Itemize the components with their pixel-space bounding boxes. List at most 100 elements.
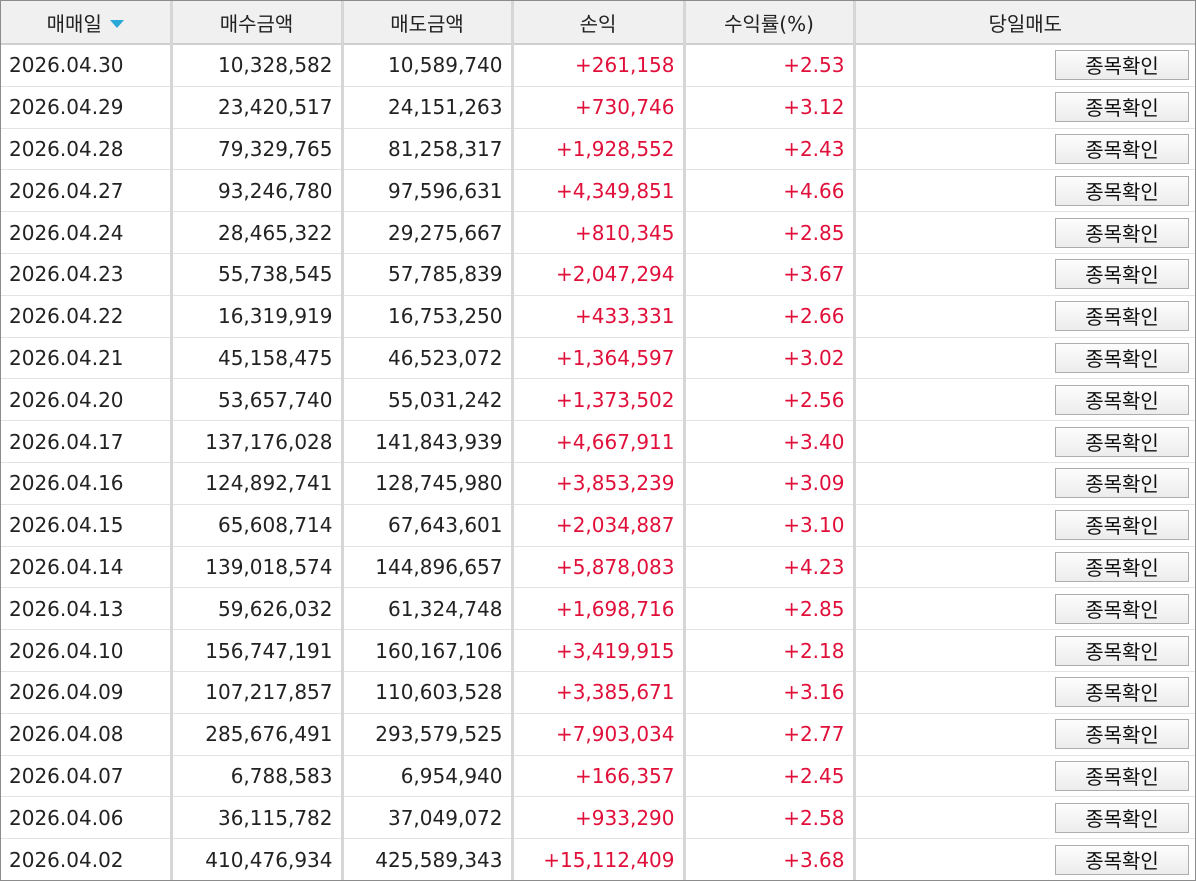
buy-amount-cell: 45,158,475 [171, 337, 344, 380]
column-header-label: 당일매도 [988, 11, 1063, 36]
sell-amount-cell: 16,753,250 [342, 295, 514, 338]
same-day-sell-cell: 종목확인 [854, 295, 1195, 338]
table-row[interactable]: 2026.04.16 124,892,741 128,745,980 +3,853,2… [1, 462, 1195, 505]
date-cell: 2026.04.21 [1, 337, 173, 380]
check-stocks-button[interactable]: 종목확인 [1055, 760, 1189, 791]
same-day-sell-cell: 종목확인 [854, 253, 1195, 296]
column-header-trade-date[interactable]: 매매일 [1, 1, 173, 45]
trade-history-grid: 매매일 매수금액 매도금액 손익 수익률(%) 당일매도 2026.04.30 1… [0, 0, 1196, 881]
date-cell: 2026.04.27 [1, 169, 173, 213]
sell-amount-cell: 425,589,343 [342, 838, 514, 880]
table-row[interactable]: 2026.04.23 55,738,545 57,785,839 +2,047,294… [1, 253, 1195, 296]
same-day-sell-cell: 종목확인 [854, 755, 1195, 798]
buy-amount-cell: 16,319,919 [171, 295, 344, 338]
same-day-sell-cell: 종목확인 [854, 713, 1195, 756]
check-stocks-button[interactable]: 종목확인 [1055, 50, 1189, 81]
profit-loss-cell: +3,853,239 [512, 462, 686, 505]
buy-amount-cell: 59,626,032 [171, 587, 344, 631]
column-header-same-day-sell[interactable]: 당일매도 [854, 1, 1195, 45]
table-row[interactable]: 2026.04.30 10,328,582 10,589,740 +261,158 +2… [1, 44, 1195, 87]
check-stocks-button[interactable]: 종목확인 [1055, 468, 1189, 499]
table-row[interactable]: 2026.04.22 16,319,919 16,753,250 +433,331 +2… [1, 295, 1195, 338]
return-rate-cell: +3.16 [684, 671, 856, 714]
check-stocks-button[interactable]: 종목확인 [1055, 510, 1189, 541]
same-day-sell-cell: 종목확인 [854, 462, 1195, 505]
profit-loss-cell: +3,419,915 [512, 629, 686, 672]
check-stocks-button[interactable]: 종목확인 [1055, 677, 1189, 708]
check-stocks-button[interactable]: 종목확인 [1055, 384, 1189, 415]
date-cell: 2026.04.14 [1, 546, 173, 589]
date-cell: 2026.04.29 [1, 86, 173, 129]
same-day-sell-cell: 종목확인 [854, 86, 1195, 129]
buy-amount-cell: 79,329,765 [171, 128, 344, 171]
buy-amount-cell: 93,246,780 [171, 169, 344, 213]
same-day-sell-cell: 종목확인 [854, 838, 1195, 880]
column-header-profit-loss[interactable]: 손익 [512, 1, 686, 45]
check-stocks-button[interactable]: 종목확인 [1055, 426, 1189, 457]
return-rate-cell: +2.45 [684, 755, 856, 798]
check-stocks-button[interactable]: 종목확인 [1055, 844, 1189, 875]
return-rate-cell: +4.66 [684, 169, 856, 213]
table-row[interactable]: 2026.04.07 6,788,583 6,954,940 +166,357 +2.4… [1, 755, 1195, 798]
date-cell: 2026.04.06 [1, 796, 173, 840]
check-stocks-button[interactable]: 종목확인 [1055, 133, 1189, 164]
table-row[interactable]: 2026.04.09 107,217,857 110,603,528 +3,385,6… [1, 671, 1195, 714]
check-stocks-button[interactable]: 종목확인 [1055, 342, 1189, 373]
same-day-sell-cell: 종목확인 [854, 44, 1195, 87]
sort-down-triangle-icon[interactable] [109, 20, 124, 28]
table-row[interactable]: 2026.04.13 59,626,032 61,324,748 +1,698,716… [1, 587, 1195, 631]
buy-amount-cell: 36,115,782 [171, 796, 344, 840]
sell-amount-cell: 6,954,940 [342, 755, 514, 798]
table-row[interactable]: 2026.04.27 93,246,780 97,596,631 +4,349,851… [1, 169, 1195, 213]
column-header-sell-amount[interactable]: 매도금액 [342, 1, 514, 45]
profit-loss-cell: +4,349,851 [512, 169, 686, 213]
date-cell: 2026.04.09 [1, 671, 173, 714]
check-stocks-button[interactable]: 종목확인 [1055, 635, 1189, 666]
date-cell: 2026.04.16 [1, 462, 173, 505]
check-stocks-button[interactable]: 종목확인 [1055, 92, 1189, 123]
buy-amount-cell: 65,608,714 [171, 504, 344, 547]
table-row[interactable]: 2026.04.20 53,657,740 55,031,242 +1,373,502… [1, 378, 1195, 422]
profit-loss-cell: +730,746 [512, 86, 686, 129]
table-row[interactable]: 2026.04.10 156,747,191 160,167,106 +3,419,9… [1, 629, 1195, 672]
table-row[interactable]: 2026.04.17 137,176,028 141,843,939 +4,667,9… [1, 420, 1195, 463]
buy-amount-cell: 107,217,857 [171, 671, 344, 714]
check-stocks-button[interactable]: 종목확인 [1055, 259, 1189, 290]
table-row[interactable]: 2026.04.14 139,018,574 144,896,657 +5,878,0… [1, 546, 1195, 589]
column-header-return-rate[interactable]: 수익률(%) [684, 1, 856, 45]
sell-amount-cell: 81,258,317 [342, 128, 514, 171]
return-rate-cell: +2.53 [684, 44, 856, 87]
profit-loss-cell: +2,034,887 [512, 504, 686, 547]
same-day-sell-cell: 종목확인 [854, 378, 1195, 422]
check-stocks-button[interactable]: 종목확인 [1055, 301, 1189, 332]
profit-loss-cell: +1,928,552 [512, 128, 686, 171]
check-stocks-button[interactable]: 종목확인 [1055, 217, 1189, 248]
return-rate-cell: +2.77 [684, 713, 856, 756]
sell-amount-cell: 67,643,601 [342, 504, 514, 547]
return-rate-cell: +2.85 [684, 587, 856, 631]
profit-loss-cell: +1,698,716 [512, 587, 686, 631]
check-stocks-button[interactable]: 종목확인 [1055, 593, 1189, 624]
date-cell: 2026.04.08 [1, 713, 173, 756]
table-row[interactable]: 2026.04.24 28,465,322 29,275,667 +810,345 +2… [1, 211, 1195, 254]
table-row[interactable]: 2026.04.06 36,115,782 37,049,072 +933,290 +2… [1, 796, 1195, 840]
same-day-sell-cell: 종목확인 [854, 420, 1195, 463]
column-header-buy-amount[interactable]: 매수금액 [171, 1, 344, 45]
profit-loss-cell: +4,667,911 [512, 420, 686, 463]
check-stocks-button[interactable]: 종목확인 [1055, 719, 1189, 750]
table-row[interactable]: 2026.04.21 45,158,475 46,523,072 +1,364,597… [1, 337, 1195, 380]
table-row[interactable]: 2026.04.15 65,608,714 67,643,601 +2,034,887… [1, 504, 1195, 547]
return-rate-cell: +3.09 [684, 462, 856, 505]
check-stocks-button[interactable]: 종목확인 [1055, 551, 1189, 582]
check-stocks-button[interactable]: 종목확인 [1055, 175, 1189, 206]
check-stocks-button[interactable]: 종목확인 [1055, 802, 1189, 833]
table-row[interactable]: 2026.04.29 23,420,517 24,151,263 +730,746 +3… [1, 86, 1195, 129]
table-row[interactable]: 2026.04.08 285,676,491 293,579,525 +7,903,0… [1, 713, 1195, 756]
table-row[interactable]: 2026.04.02 410,476,934 425,589,343 +15,112,… [1, 838, 1195, 880]
table-row[interactable]: 2026.04.28 79,329,765 81,258,317 +1,928,552… [1, 128, 1195, 171]
column-header-label: 매매일 [46, 11, 102, 36]
profit-loss-cell: +7,903,034 [512, 713, 686, 756]
date-cell: 2026.04.23 [1, 253, 173, 296]
same-day-sell-cell: 종목확인 [854, 211, 1195, 254]
profit-loss-cell: +261,158 [512, 44, 686, 87]
